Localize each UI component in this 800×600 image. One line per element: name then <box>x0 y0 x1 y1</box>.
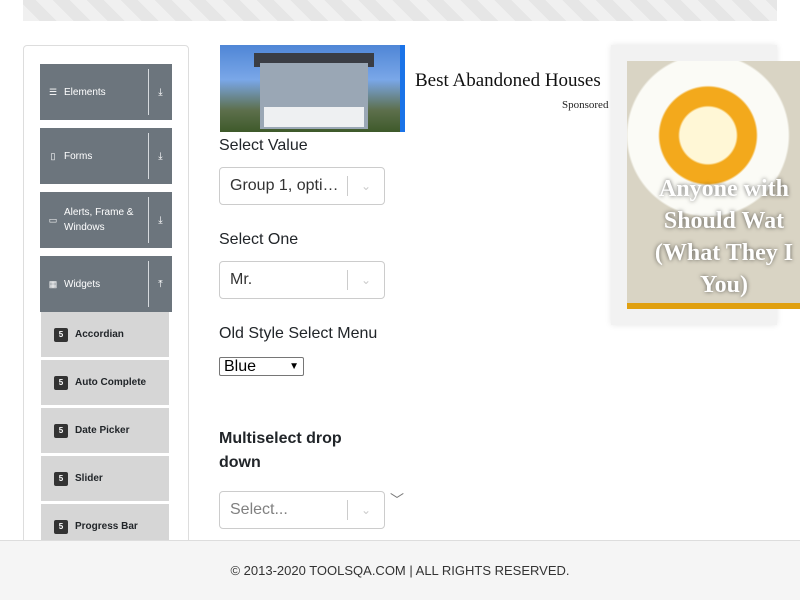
select-value-current: Group 1, option 1 <box>230 177 347 194</box>
sidebar-group-elements[interactable]: ☰ Elements ⤓ <box>40 64 172 120</box>
ad-title[interactable]: Best Abandoned Houses <box>415 70 601 92</box>
sidebar-item-label: Progress Bar <box>75 521 138 532</box>
ad-house-image[interactable] <box>220 45 405 132</box>
chevron-down-icon[interactable]: ⌄ <box>348 503 384 517</box>
html5-icon: 5 <box>54 327 68 342</box>
multiselect-label: Multiselect drop down <box>219 430 342 471</box>
chevron-down-icon[interactable]: ⌄ <box>348 273 384 287</box>
top-ad-banner <box>23 0 777 21</box>
chevron-down-icon: ▼ <box>289 361 299 372</box>
sidebar-item-label: Accordian <box>75 329 124 340</box>
video-progress-bar <box>627 303 800 309</box>
select-value-dropdown[interactable]: Group 1, option 1 ⌄ <box>219 167 385 205</box>
chevron-down-icon[interactable]: ⌄ <box>348 179 384 193</box>
old-style-select-value: Blue <box>224 358 257 375</box>
sidebar-group-label: Forms <box>64 150 93 162</box>
expand-icon[interactable]: ⤓ <box>149 87 172 98</box>
divider <box>148 69 149 115</box>
house-porch <box>264 107 364 127</box>
chevron-down-icon[interactable]: ﹀ <box>390 490 404 510</box>
list-icon: ☰ <box>48 86 58 97</box>
sidebar-item-label: Date Picker <box>75 425 130 436</box>
window-icon: ▭ <box>48 214 58 225</box>
multiselect-dropdown[interactable]: Select... ⌄ <box>219 491 385 529</box>
html5-icon: 5 <box>54 423 68 438</box>
sidebar-group-label: Elements <box>64 86 106 98</box>
expand-icon[interactable]: ⤓ <box>149 215 172 226</box>
document-icon: ▯ <box>50 150 56 161</box>
old-style-select-label: Old Style Select Menu <box>219 325 378 342</box>
select-one-dropdown[interactable]: Mr. ⌄ <box>219 261 385 299</box>
expand-icon[interactable]: ⤓ <box>149 151 172 162</box>
grid-icon: ▦ <box>48 278 58 289</box>
sidebar-item-label: Auto Complete <box>75 377 147 388</box>
sidebar-group-forms[interactable]: ▯ Forms ⤓ <box>40 128 172 184</box>
select-value-label: Select Value <box>219 137 308 154</box>
ad-edge <box>400 45 405 132</box>
divider <box>148 197 149 243</box>
sidebar-group-label: Widgets <box>64 278 101 290</box>
sidebar-group-alerts[interactable]: ▭ Alerts, Frame & Windows ⤓ <box>40 192 172 248</box>
old-style-select-menu[interactable]: Blue ▼ <box>219 357 304 376</box>
sidebar-menu: ☰ Elements ⤓ ▯ Forms ⤓ ▭ Alerts, Frame &… <box>23 45 189 565</box>
divider <box>148 261 149 307</box>
divider <box>148 133 149 179</box>
select-one-label: Select One <box>219 231 299 248</box>
sidebar-item-slider[interactable]: 5 Slider <box>41 456 169 502</box>
sidebar-group-label: Alerts, Frame & Windows <box>64 207 134 233</box>
video-caption: Anyone with Should Wat (What They I You) <box>654 176 794 298</box>
html5-icon: 5 <box>54 519 68 534</box>
html5-icon: 5 <box>54 471 68 486</box>
collapse-icon[interactable]: ⤒ <box>149 279 172 290</box>
footer: © 2013-2020 TOOLSQA.COM | ALL RIGHTS RES… <box>0 540 800 600</box>
multiselect-placeholder: Select... <box>230 501 288 518</box>
sidebar-item-accordian[interactable]: 5 Accordian <box>41 312 169 358</box>
select-one-current: Mr. <box>230 271 253 288</box>
video-ad[interactable]: Anyone with Should Wat (What They I You) <box>611 45 800 325</box>
footer-copyright: © 2013-2020 TOOLSQA.COM | ALL RIGHTS RES… <box>230 563 570 578</box>
html5-icon: 5 <box>54 375 68 390</box>
sidebar-item-auto-complete[interactable]: 5 Auto Complete <box>41 360 169 406</box>
sidebar-item-label: Slider <box>75 473 103 484</box>
sidebar-group-widgets[interactable]: ▦ Widgets ⤒ <box>40 256 172 312</box>
sidebar-item-date-picker[interactable]: 5 Date Picker <box>41 408 169 454</box>
ad-sponsored-label: Sponsored <box>562 99 609 111</box>
